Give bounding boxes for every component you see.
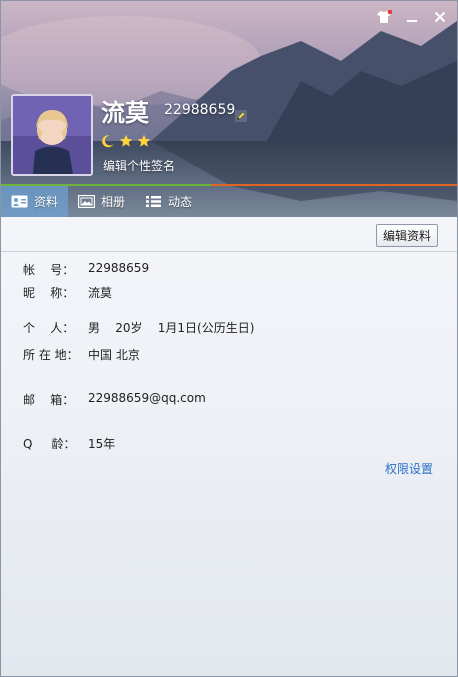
skin-icon: [377, 10, 392, 23]
feed-list-icon: [146, 196, 162, 207]
nickname: 流莫: [101, 99, 149, 127]
location-row: 所 在 地： 中国 北京: [23, 346, 140, 363]
tab-feed-label: 动态: [168, 195, 193, 209]
profile-tabs: 资料 相册 动态: [1, 186, 457, 217]
qq-level[interactable]: [101, 133, 151, 148]
nickname-value: 流莫: [88, 286, 113, 300]
minimize-icon: [407, 20, 417, 22]
content-toolbar: 编辑资料: [1, 217, 457, 252]
tab-album[interactable]: 相册: [68, 186, 135, 217]
account-value: 22988659: [88, 261, 150, 275]
tab-album-label: 相册: [101, 195, 126, 209]
qq-number: 22988659: [164, 102, 236, 118]
nickname-label: 昵 称：: [23, 286, 75, 300]
personal-label: 个 人：: [23, 321, 75, 335]
tab-feed[interactable]: 动态: [135, 186, 202, 217]
close-icon: [434, 11, 446, 23]
profile-card-icon: [11, 195, 28, 208]
star-icon: [119, 133, 133, 147]
star-icon: [137, 133, 151, 147]
avatar[interactable]: [11, 94, 93, 176]
qage-value: 15年: [88, 437, 116, 451]
email-label: 邮 箱：: [23, 393, 75, 407]
nickname-row: 昵 称： 流莫: [23, 284, 112, 301]
edit-pencil-icon[interactable]: [235, 110, 247, 122]
moon-icon: [101, 133, 115, 148]
minimize-button[interactable]: [401, 7, 423, 27]
personal-value: 男 20岁 1月1日(公历生日): [88, 321, 255, 335]
edit-profile-button[interactable]: 编辑资料: [376, 224, 438, 247]
qage-label: Q 龄：: [23, 437, 76, 451]
location-label: 所 在 地：: [23, 348, 79, 362]
anime-avatar-image: [13, 96, 91, 174]
qage-row: Q 龄： 15年: [23, 435, 115, 452]
account-label: 帐 号：: [23, 263, 75, 277]
location-value: 中国 北京: [88, 348, 140, 362]
profile-header: 流莫 22988659 编辑个性签名 资料 相册 动态: [1, 1, 457, 217]
skin-button[interactable]: [373, 7, 395, 27]
tab-profile-label: 资料: [34, 195, 59, 209]
email-value: 22988659@qq.com: [88, 391, 206, 405]
account-row: 帐 号： 22988659: [23, 261, 149, 278]
email-row: 邮 箱： 22988659@qq.com: [23, 391, 206, 408]
close-button[interactable]: [429, 7, 451, 27]
permission-settings-link[interactable]: 权限设置: [385, 460, 433, 477]
profile-window: 流莫 22988659 编辑个性签名 资料 相册 动态 编辑资料 帐 号： 22…: [0, 0, 458, 677]
photo-album-icon: [78, 195, 96, 208]
profile-content: 编辑资料 帐 号： 22988659 昵 称： 流莫 个 人： 男 20岁 1月…: [1, 217, 457, 676]
personal-row: 个 人： 男 20岁 1月1日(公历生日): [23, 319, 254, 336]
signature-field[interactable]: 编辑个性签名: [103, 157, 175, 174]
tab-profile[interactable]: 资料: [1, 186, 69, 217]
window-controls: [373, 7, 451, 27]
